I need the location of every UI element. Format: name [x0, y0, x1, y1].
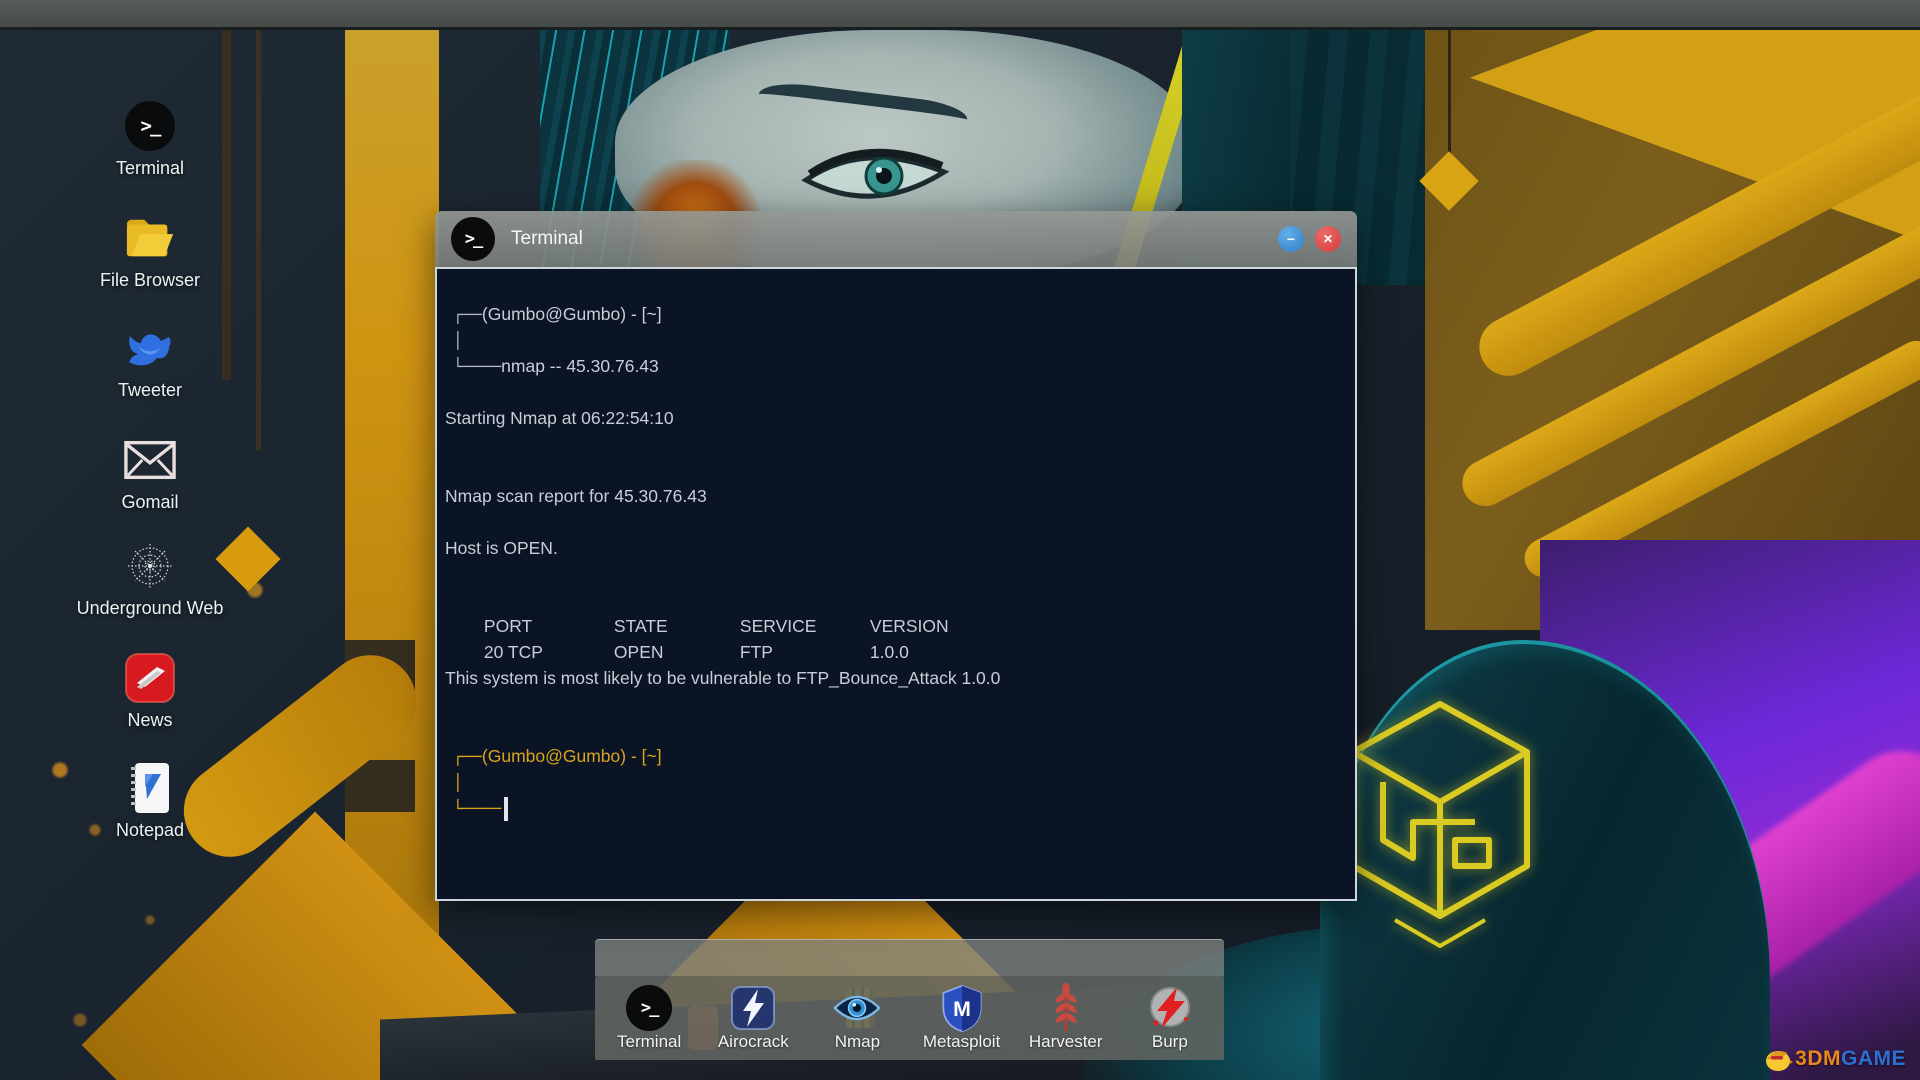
terminal-prompt-line: │	[453, 331, 463, 350]
terminal-line: This system is most likely to be vulnera…	[445, 668, 1001, 688]
eye-icon	[833, 985, 882, 1031]
terminal-line: Starting Nmap at 06:22:54:10	[445, 408, 674, 428]
terminal-prompt-line: │	[453, 773, 463, 792]
wallpaper-magenta-band	[1564, 727, 1920, 1073]
wallpaper-eyebrow	[756, 79, 970, 135]
terminal-input-line[interactable]: └────	[445, 795, 1337, 822]
terminal-output[interactable]: ┌──(Gumbo@Gumbo) - [~] │ └────nmap -- 45…	[435, 267, 1357, 901]
desktop-icon-underground-web[interactable]: Underground Web	[72, 540, 228, 619]
dock-item-label: Terminal	[617, 1031, 682, 1051]
wallpaper-gold-stripe	[1454, 191, 1920, 515]
wallpaper-amber-zone	[1425, 30, 1920, 630]
wallpaper-gold-band	[345, 30, 439, 1080]
dock-item-metasploit[interactable]: M Metasploit	[912, 984, 1012, 1052]
dock: >_ Terminal Airocrack Nmap M Metasploit …	[595, 976, 1224, 1060]
wheat-icon	[1042, 982, 1090, 1031]
desktop-icon-file-browser[interactable]: File Browser	[72, 212, 228, 291]
terminal-icon: >_	[451, 217, 495, 261]
desktop-icon-gomail[interactable]: Gomail	[72, 434, 228, 513]
wallpaper-line	[256, 30, 261, 450]
dock-item-label: Harvester	[1028, 1031, 1103, 1051]
wallpaper-purple-fold	[1540, 540, 1920, 1080]
desktop-icon-news[interactable]: News	[72, 652, 228, 731]
wallpaper-gold-stripe	[1469, 71, 1920, 387]
desktop: >_ Terminal File Browser Tweeter Gomail …	[0, 0, 1920, 1080]
terminal-line: Nmap scan report for 45.30.76.43	[445, 486, 707, 506]
terminal-window: >_ Terminal − ✕ ┌──(Gumbo@Gumbo) - [~] │…	[435, 211, 1357, 901]
wallpaper-gold-triangle	[1470, 30, 1920, 241]
watermark: 3DM GAME	[1763, 1046, 1906, 1072]
dock-item-airocrack[interactable]: Airocrack	[703, 985, 803, 1052]
bird-icon	[124, 322, 176, 374]
wallpaper-line	[1448, 30, 1451, 160]
shield-m-icon: M	[938, 984, 986, 1032]
burst-icon	[1146, 985, 1194, 1031]
desktop-icon-label: Underground Web	[76, 598, 224, 618]
terminal-table-header: PORT STATE SERVICE VERSION	[483, 616, 949, 636]
dock-shelf	[595, 939, 1224, 976]
close-button[interactable]: ✕	[1315, 226, 1341, 252]
desktop-icon-label: File Browser	[99, 270, 201, 290]
terminal-line: Host is OPEN.	[445, 538, 558, 558]
svg-text:M: M	[953, 997, 971, 1021]
web-icon	[124, 540, 176, 592]
terminal-prompt-line: ┌──(Gumbo@Gumbo) - [~]	[453, 304, 662, 324]
watermark-3dm: 3DM	[1795, 1047, 1841, 1070]
terminal-icon: >_	[125, 101, 175, 151]
lightning-shield-icon	[729, 985, 777, 1031]
terminal-titlebar[interactable]: >_ Terminal − ✕	[435, 211, 1357, 267]
dock-item-nmap[interactable]: Nmap	[807, 985, 907, 1052]
terminal-cursor	[504, 797, 509, 822]
desktop-icon-label: Tweeter	[117, 380, 183, 400]
wallpaper-gold-stripe	[1518, 334, 1920, 584]
desktop-icon-label: News	[127, 710, 173, 730]
folder-icon	[124, 212, 176, 264]
desktop-icon-label: Gomail	[121, 492, 179, 512]
dock-item-burp[interactable]: Burp	[1120, 985, 1220, 1052]
terminal-icon: >_	[626, 984, 673, 1031]
desktop-icon-tweeter[interactable]: Tweeter	[72, 322, 228, 401]
dock-item-label: Burp	[1151, 1031, 1188, 1051]
desktop-icon-label: Terminal	[115, 158, 185, 178]
desktop-icon-terminal[interactable]: >_ Terminal	[72, 100, 228, 179]
terminal-command-line: └────nmap -- 45.30.76.43	[453, 356, 659, 376]
minimize-button[interactable]: −	[1278, 226, 1304, 252]
desktop-icon-notepad[interactable]: Notepad	[72, 762, 228, 841]
chick-icon	[1766, 1051, 1794, 1071]
watermark-game: GAME	[1841, 1047, 1906, 1070]
wallpaper-eye	[801, 148, 950, 199]
wallpaper-neon-cube	[1350, 701, 1530, 948]
desktop-icon-label: Notepad	[115, 820, 185, 840]
wallpaper-shoulder	[1320, 640, 1770, 1080]
dock-item-terminal[interactable]: >_ Terminal	[599, 984, 699, 1052]
notepad-icon	[124, 762, 176, 814]
dock-item-label: Airocrack	[717, 1031, 789, 1051]
dock-item-harvester[interactable]: Harvester	[1016, 982, 1116, 1052]
dock-item-label: Nmap	[834, 1031, 881, 1051]
dock-item-label: Metasploit	[922, 1031, 1001, 1051]
terminal-prompt-line: ┌──(Gumbo@Gumbo) - [~]	[453, 746, 662, 766]
window-title: Terminal	[511, 228, 583, 249]
envelope-icon	[124, 434, 176, 486]
wallpaper-gold-diamond	[1419, 151, 1479, 211]
top-bar	[0, 0, 1920, 30]
news-icon	[124, 652, 176, 704]
